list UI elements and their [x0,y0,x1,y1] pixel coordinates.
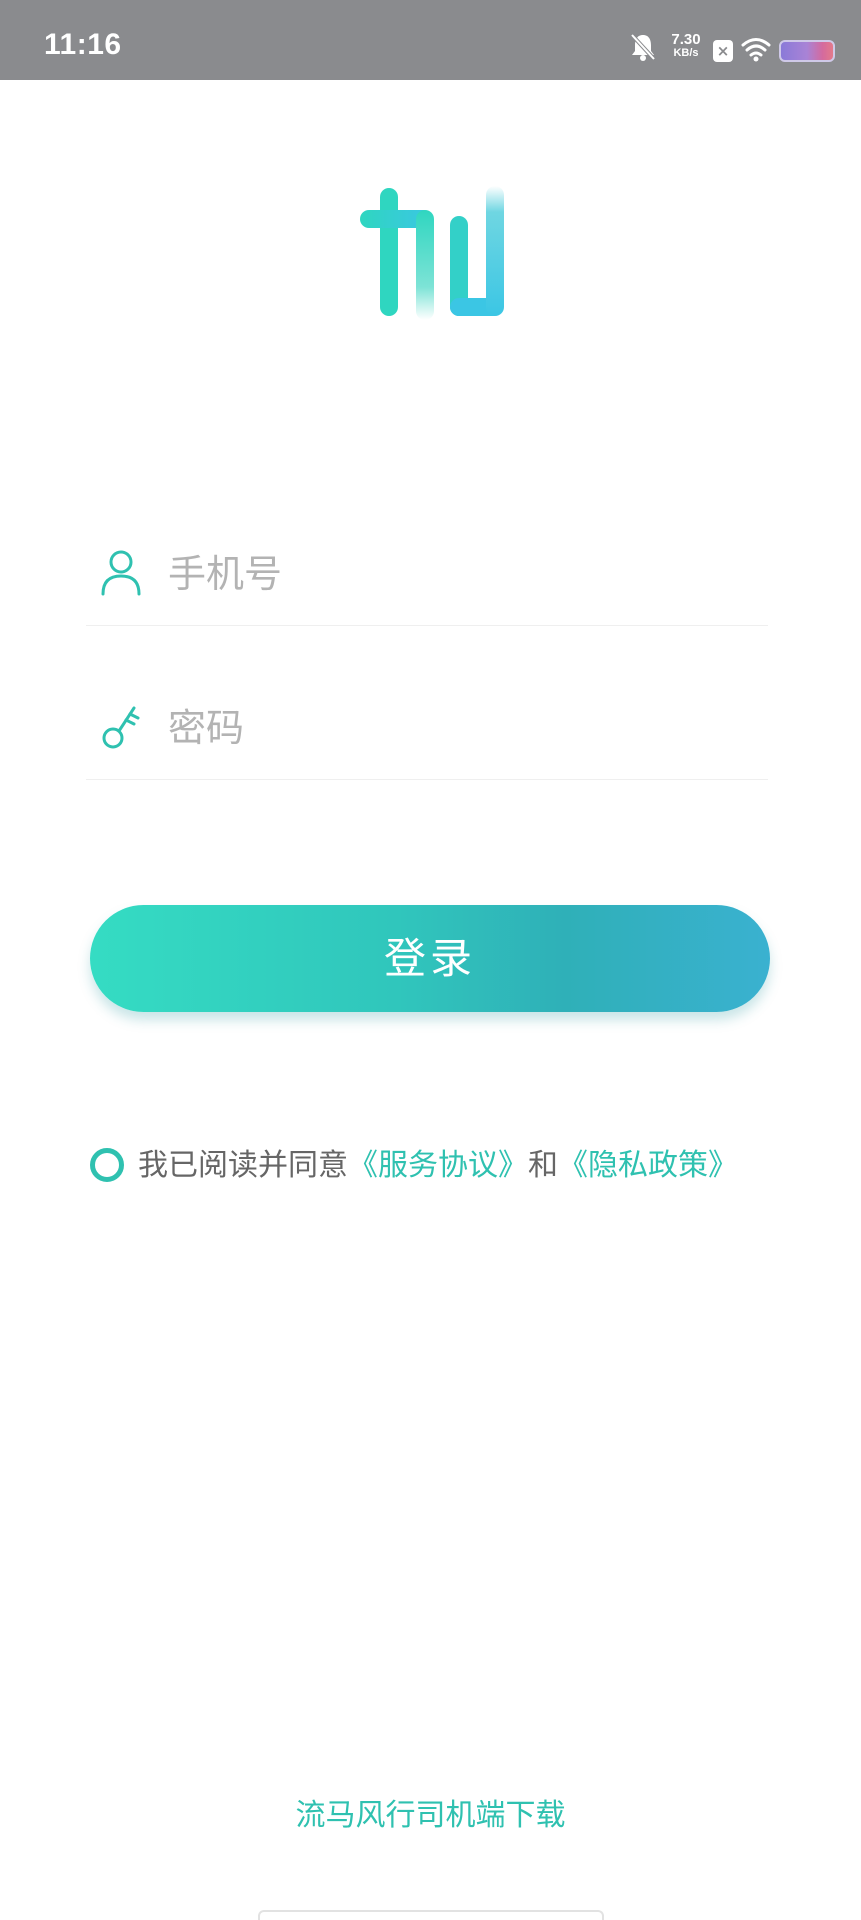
service-agreement-link[interactable]: 《服务协议》 [348,1148,528,1183]
status-bar: 11:16 7.30 KB/s × [0,0,861,80]
agreement-prefix: 我已阅读并同意 [138,1148,348,1183]
login-button[interactable]: 登录 [90,905,770,1012]
bell-muted-icon [630,33,656,61]
privacy-policy-link[interactable]: 《隐私政策》 [558,1148,738,1183]
close-notification-icon: × [713,40,733,62]
phone-input[interactable] [168,546,758,602]
net-speed-unit: KB/s [673,47,699,59]
password-input[interactable] [168,700,758,756]
driver-app-download-link[interactable]: 流马风行司机端下载 [0,1790,861,1834]
battery-icon [779,40,835,62]
password-field [86,680,768,780]
phone-field [86,526,768,626]
agreement-checkbox[interactable] [90,1148,124,1182]
agreement-and: 和 [528,1148,558,1183]
jia-logo-icon [360,186,504,320]
net-speed-value: 7.30 [671,31,701,48]
key-icon [102,706,140,749]
agreement-text: 我已阅读并同意《服务协议》和《隐私政策》 [138,1146,738,1186]
home-indicator[interactable] [258,1910,604,1920]
status-time: 11:16 [44,28,122,61]
wifi-icon [741,38,771,62]
agreement-row: 我已阅读并同意《服务协议》和《隐私政策》 [90,1146,810,1186]
network-speed: 7.30 KB/s [666,32,706,59]
user-icon [101,550,141,596]
